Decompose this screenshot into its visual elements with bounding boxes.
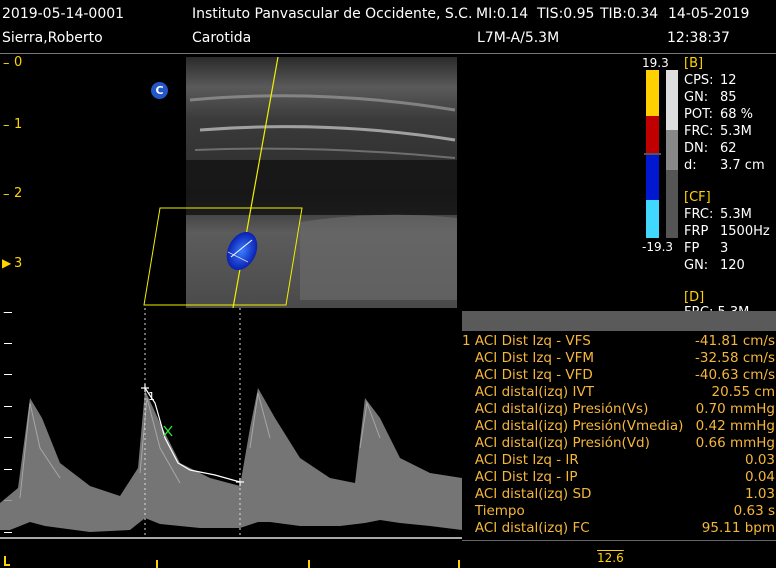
measurement-value: 0.42 mmHg: [695, 418, 775, 434]
measurement-row[interactable]: ACI distal(izq) IVT 20.55 cm: [462, 384, 775, 401]
measurement-row[interactable]: ACI Dist Izq - IP 0.04: [462, 469, 775, 486]
measurement-label: ACI Dist Izq - VFD: [462, 367, 593, 383]
measurement-label: ACI distal(izq) SD: [462, 486, 592, 502]
measurement-value: -41.81 cm/s: [695, 333, 775, 349]
measurement-label: ACI Dist Izq - IP: [462, 469, 578, 485]
measurement-row[interactable]: ACI distal(izq) Presión(Vs) 0.70 mmHg: [462, 401, 775, 418]
measurement-label: ACI Dist Izq - VFM: [462, 350, 595, 366]
caliper-label: 1: [148, 390, 155, 403]
measurement-row[interactable]: 1 ACI Dist Izq - VFS -41.81 cm/s: [462, 333, 775, 350]
measurement-row[interactable]: ACI Dist Izq - VFD -40.63 cm/s: [462, 367, 775, 384]
measurement-value: 0.70 mmHg: [695, 401, 775, 417]
measurement-value: 0.04: [744, 469, 775, 485]
measurement-row[interactable]: ACI distal(izq) Presión(Vd) 0.66 mmHg: [462, 435, 775, 452]
cf-mode-heading: [CF]: [684, 190, 711, 205]
measurement-value: 20.55 cm: [711, 384, 775, 400]
measurement-label: Tiempo: [462, 503, 525, 519]
time-scale: [4, 556, 460, 568]
measurement-value: 95.11 bpm: [701, 520, 775, 536]
measurement-label: ACI distal(izq) FC: [462, 520, 590, 536]
measurement-value: 1.03: [744, 486, 775, 502]
color-bar-max: 19.3: [642, 56, 669, 70]
measurement-label: ACI distal(izq) Presión(Vs): [462, 401, 649, 417]
d-mode-heading: [D]: [684, 290, 705, 305]
measurement-row[interactable]: Tiempo 0.63 s: [462, 503, 775, 520]
color-bar-min: -19.3: [642, 240, 674, 254]
measurement-row[interactable]: ACI Dist Izq - IR 0.03: [462, 452, 775, 469]
spectral-waveform: [0, 388, 462, 532]
measurement-row[interactable]: ACI Dist Izq - VFM -32.58 cm/s: [462, 350, 775, 367]
measurement-value: -40.63 cm/s: [695, 367, 775, 383]
measurement-label: ACI distal(izq) Presión(Vd): [462, 435, 650, 451]
acceleration-marker-icon[interactable]: [163, 425, 173, 437]
measurement-value: 0.03: [744, 452, 775, 468]
measurement-value: 0.66 mmHg: [695, 435, 775, 451]
measurement-value: 0.63 s: [733, 503, 775, 519]
measurement-label: ACI distal(izq) IVT: [462, 384, 594, 400]
measurement-label: ACI distal(izq) Presión(Vmedia): [462, 418, 684, 434]
b-mode-heading: [B]: [684, 56, 704, 71]
vessel-lumen: [186, 160, 457, 215]
measurement-value: -32.58 cm/s: [695, 350, 775, 366]
doppler-spectrum: [0, 308, 462, 568]
measurement-label: ACI Dist Izq - IR: [462, 452, 579, 468]
measurement-row[interactable]: ACI distal(izq) SD 1.03: [462, 486, 775, 503]
measurement-row[interactable]: ACI distal(izq) FC 95.11 bpm: [462, 520, 775, 537]
measurement-panel-header: [462, 311, 776, 331]
time-scale-value: 12.6: [597, 551, 624, 565]
measurement-label: 1 ACI Dist Izq - VFS: [462, 333, 591, 349]
measurement-row[interactable]: ACI distal(izq) Presión(Vmedia) 0.42 mmHg: [462, 418, 775, 435]
